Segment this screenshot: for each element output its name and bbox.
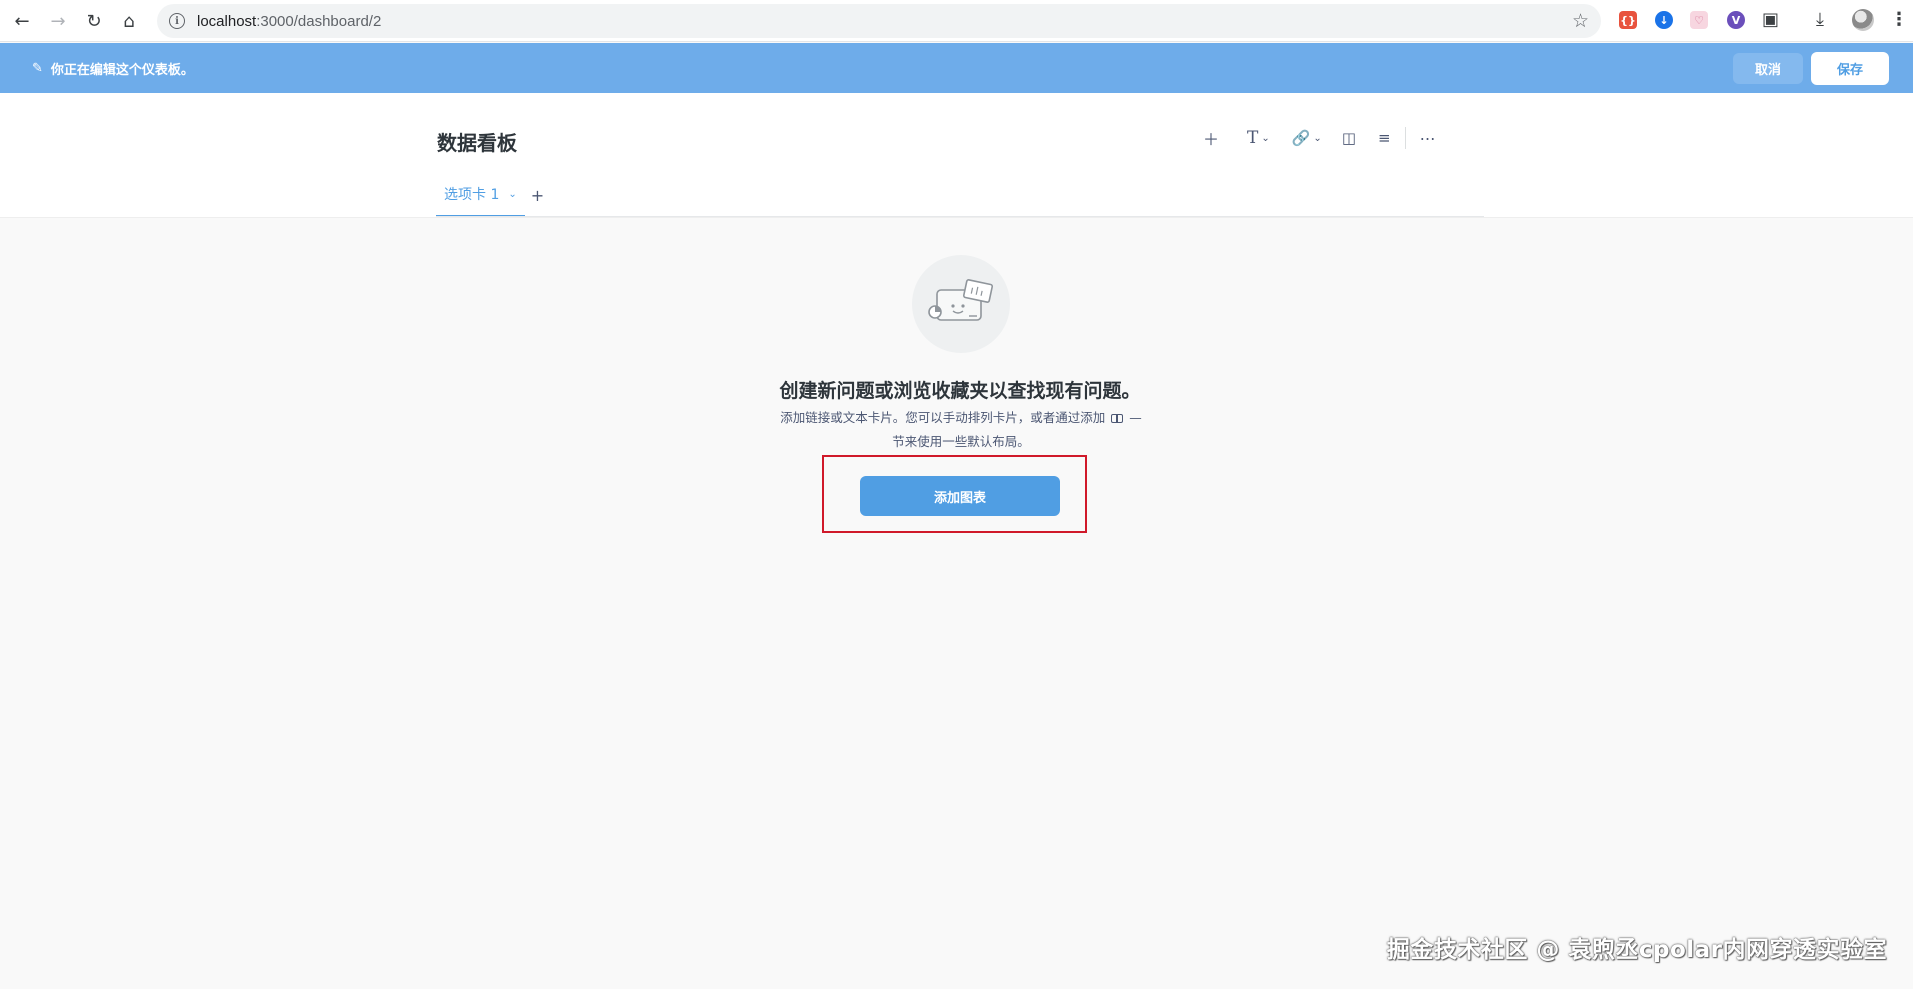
cancel-button[interactable]: 取消 [1733, 53, 1803, 84]
avatar[interactable] [1852, 9, 1874, 31]
browser-toolbar: ← → ↻ ⌂ i localhost:3000/dashboard/2 ☆ {… [0, 0, 1913, 42]
chevron-down-icon: ⌄ [1313, 132, 1322, 144]
add-link-button[interactable]: 🔗 ⌄ [1292, 123, 1322, 153]
address-bar[interactable]: i localhost:3000/dashboard/2 ☆ [157, 4, 1601, 38]
tabs-divider [436, 216, 1484, 217]
download-extension-icon[interactable]: ↓ [1655, 11, 1673, 29]
edit-banner-message: 你正在编辑这个仪表板。 [50, 62, 194, 78]
add-chart-button[interactable]: 添加图表 [860, 476, 1060, 516]
reload-icon[interactable]: ↻ [80, 7, 108, 35]
url-text[interactable]: localhost:3000/dashboard/2 [197, 13, 381, 30]
page-title[interactable]: 数据看板 [437, 127, 517, 156]
extension-icon[interactable]: ♡ [1690, 11, 1708, 29]
menu-kebab-icon[interactable]: ⋮ [1890, 9, 1908, 30]
empty-dashboard-illustration-icon [912, 255, 1010, 353]
save-button[interactable]: 保存 [1811, 52, 1889, 85]
add-filter-button[interactable]: ≡ [1378, 123, 1391, 153]
edit-mode-banner: ✎ 你正在编辑这个仪表板。 取消 保存 [0, 43, 1913, 93]
dashboard-toolbar: ＋ T ⌄ 🔗 ⌄ ◫ ≡ ⋯ [1197, 123, 1437, 153]
site-info-icon[interactable]: i [169, 13, 185, 29]
download-icon[interactable]: ⤓ [1816, 9, 1824, 30]
chevron-down-icon[interactable]: ⌄ [508, 189, 516, 200]
forward-icon[interactable]: → [44, 7, 72, 35]
add-question-icon[interactable]: ＋ [1197, 123, 1225, 153]
dashboard-tabs: 选项卡 1 ⌄ + [436, 173, 544, 217]
toolbar-divider [1404, 127, 1406, 149]
back-icon[interactable]: ← [8, 7, 36, 35]
filter-icon: ≡ [1378, 129, 1391, 147]
pencil-icon: ✎ [32, 60, 43, 76]
section-layout-icon [1111, 414, 1124, 423]
tab-1[interactable]: 选项卡 1 ⌄ [436, 173, 525, 217]
puzzle-icon[interactable]: ▣ [1762, 9, 1779, 30]
add-text-button[interactable]: T ⌄ [1247, 123, 1270, 153]
chevron-down-icon: ⌄ [1261, 132, 1270, 144]
add-section-button[interactable]: ◫ [1342, 123, 1356, 153]
extension-icon[interactable]: {} [1619, 11, 1637, 29]
home-icon[interactable]: ⌂ [115, 7, 143, 35]
add-tab-icon[interactable]: + [531, 173, 544, 217]
more-options-button[interactable]: ⋯ [1420, 123, 1437, 153]
link-icon: 🔗 [1291, 129, 1311, 147]
ellipsis-icon: ⋯ [1419, 128, 1437, 148]
watermark: 掘金技术社区 @ 袁煦丞cpolar内网穿透实验室 [1386, 937, 1887, 963]
text-icon: T [1247, 128, 1259, 148]
empty-state-description: 添加链接或文本卡片。您可以手动排列卡片，或者通过添加 — 节来使用一些默认布局。 [780, 410, 1142, 449]
bookmark-star-icon[interactable]: ☆ [1572, 10, 1589, 32]
empty-state-title: 创建新问题或浏览收藏夹以查找现有问题。 [779, 380, 1141, 402]
section-layout-icon: ◫ [1341, 129, 1356, 147]
tab-label: 选项卡 1 [444, 187, 500, 203]
dashboard-header: 数据看板 ＋ T ⌄ 🔗 ⌄ ◫ ≡ ⋯ 选项卡 1 ⌄ + [0, 93, 1913, 218]
extension-icon[interactable]: V [1727, 11, 1745, 29]
